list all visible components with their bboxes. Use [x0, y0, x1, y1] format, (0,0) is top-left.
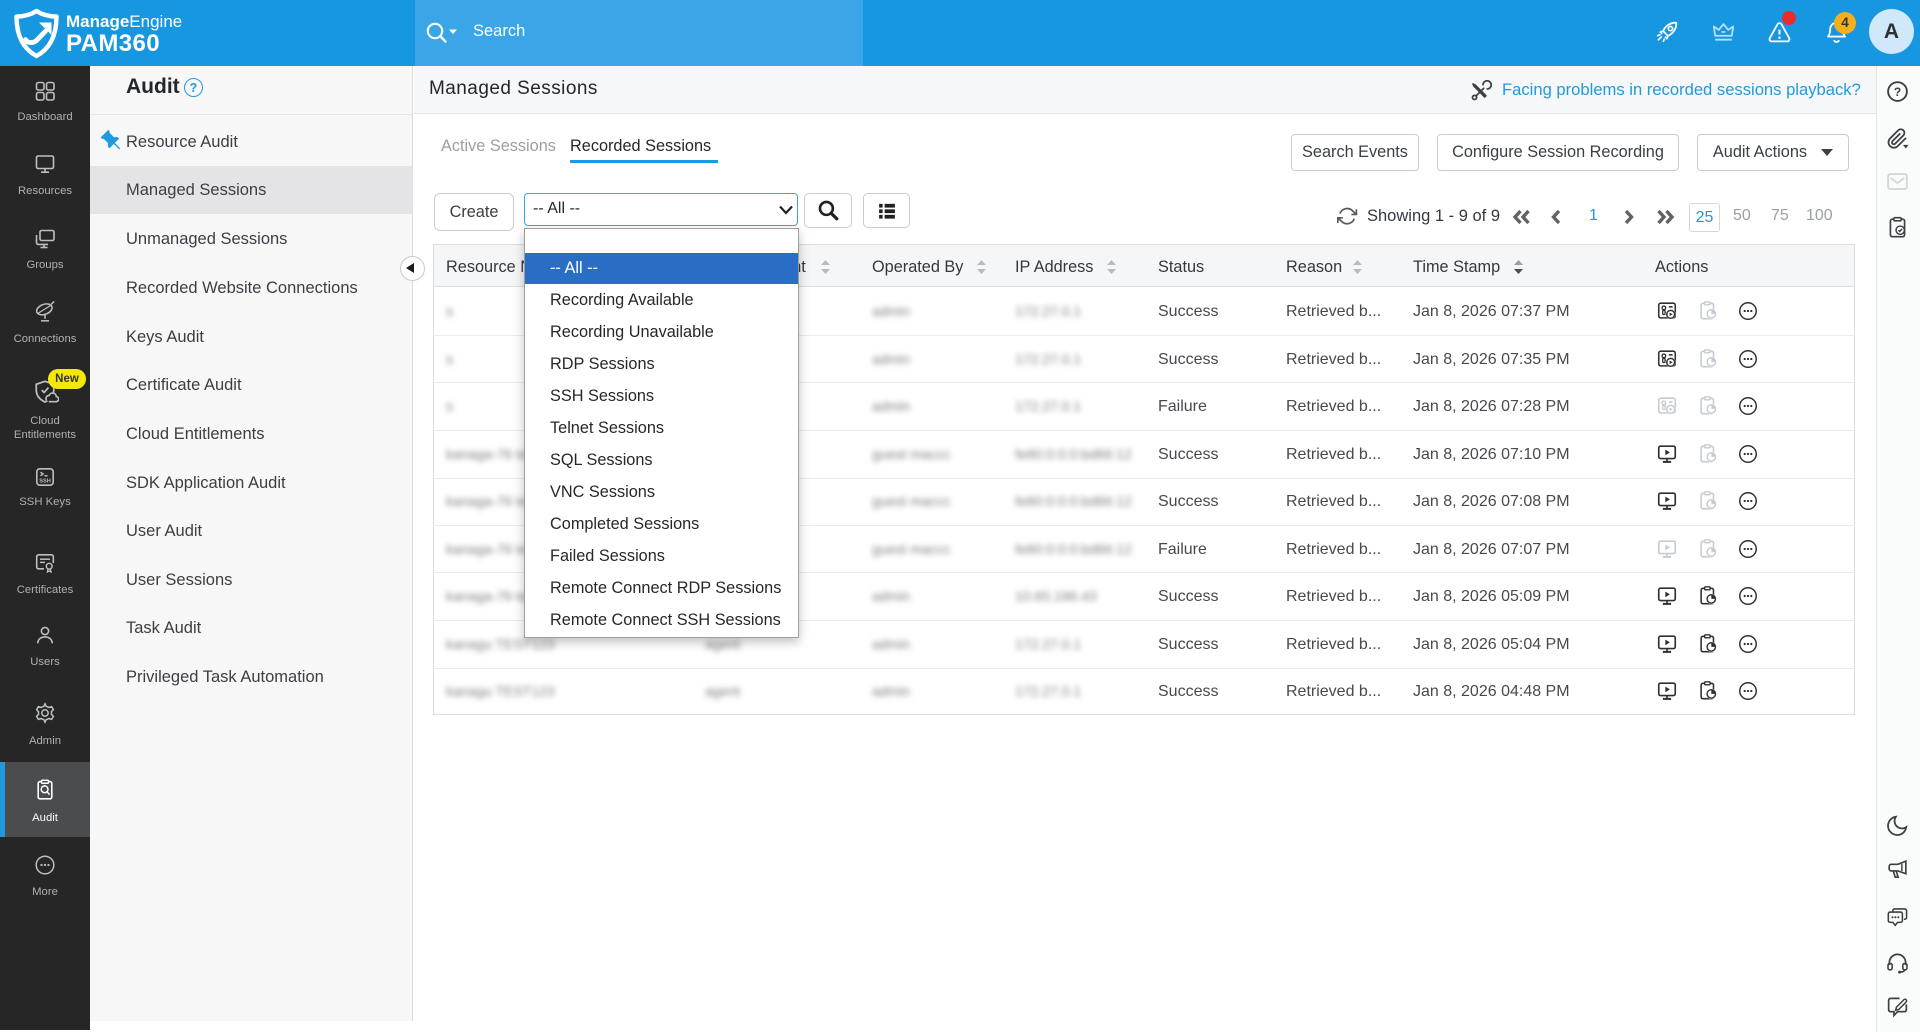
- svg-text:?: ?: [1894, 85, 1901, 99]
- svg-text:SSH: SSH: [39, 479, 51, 485]
